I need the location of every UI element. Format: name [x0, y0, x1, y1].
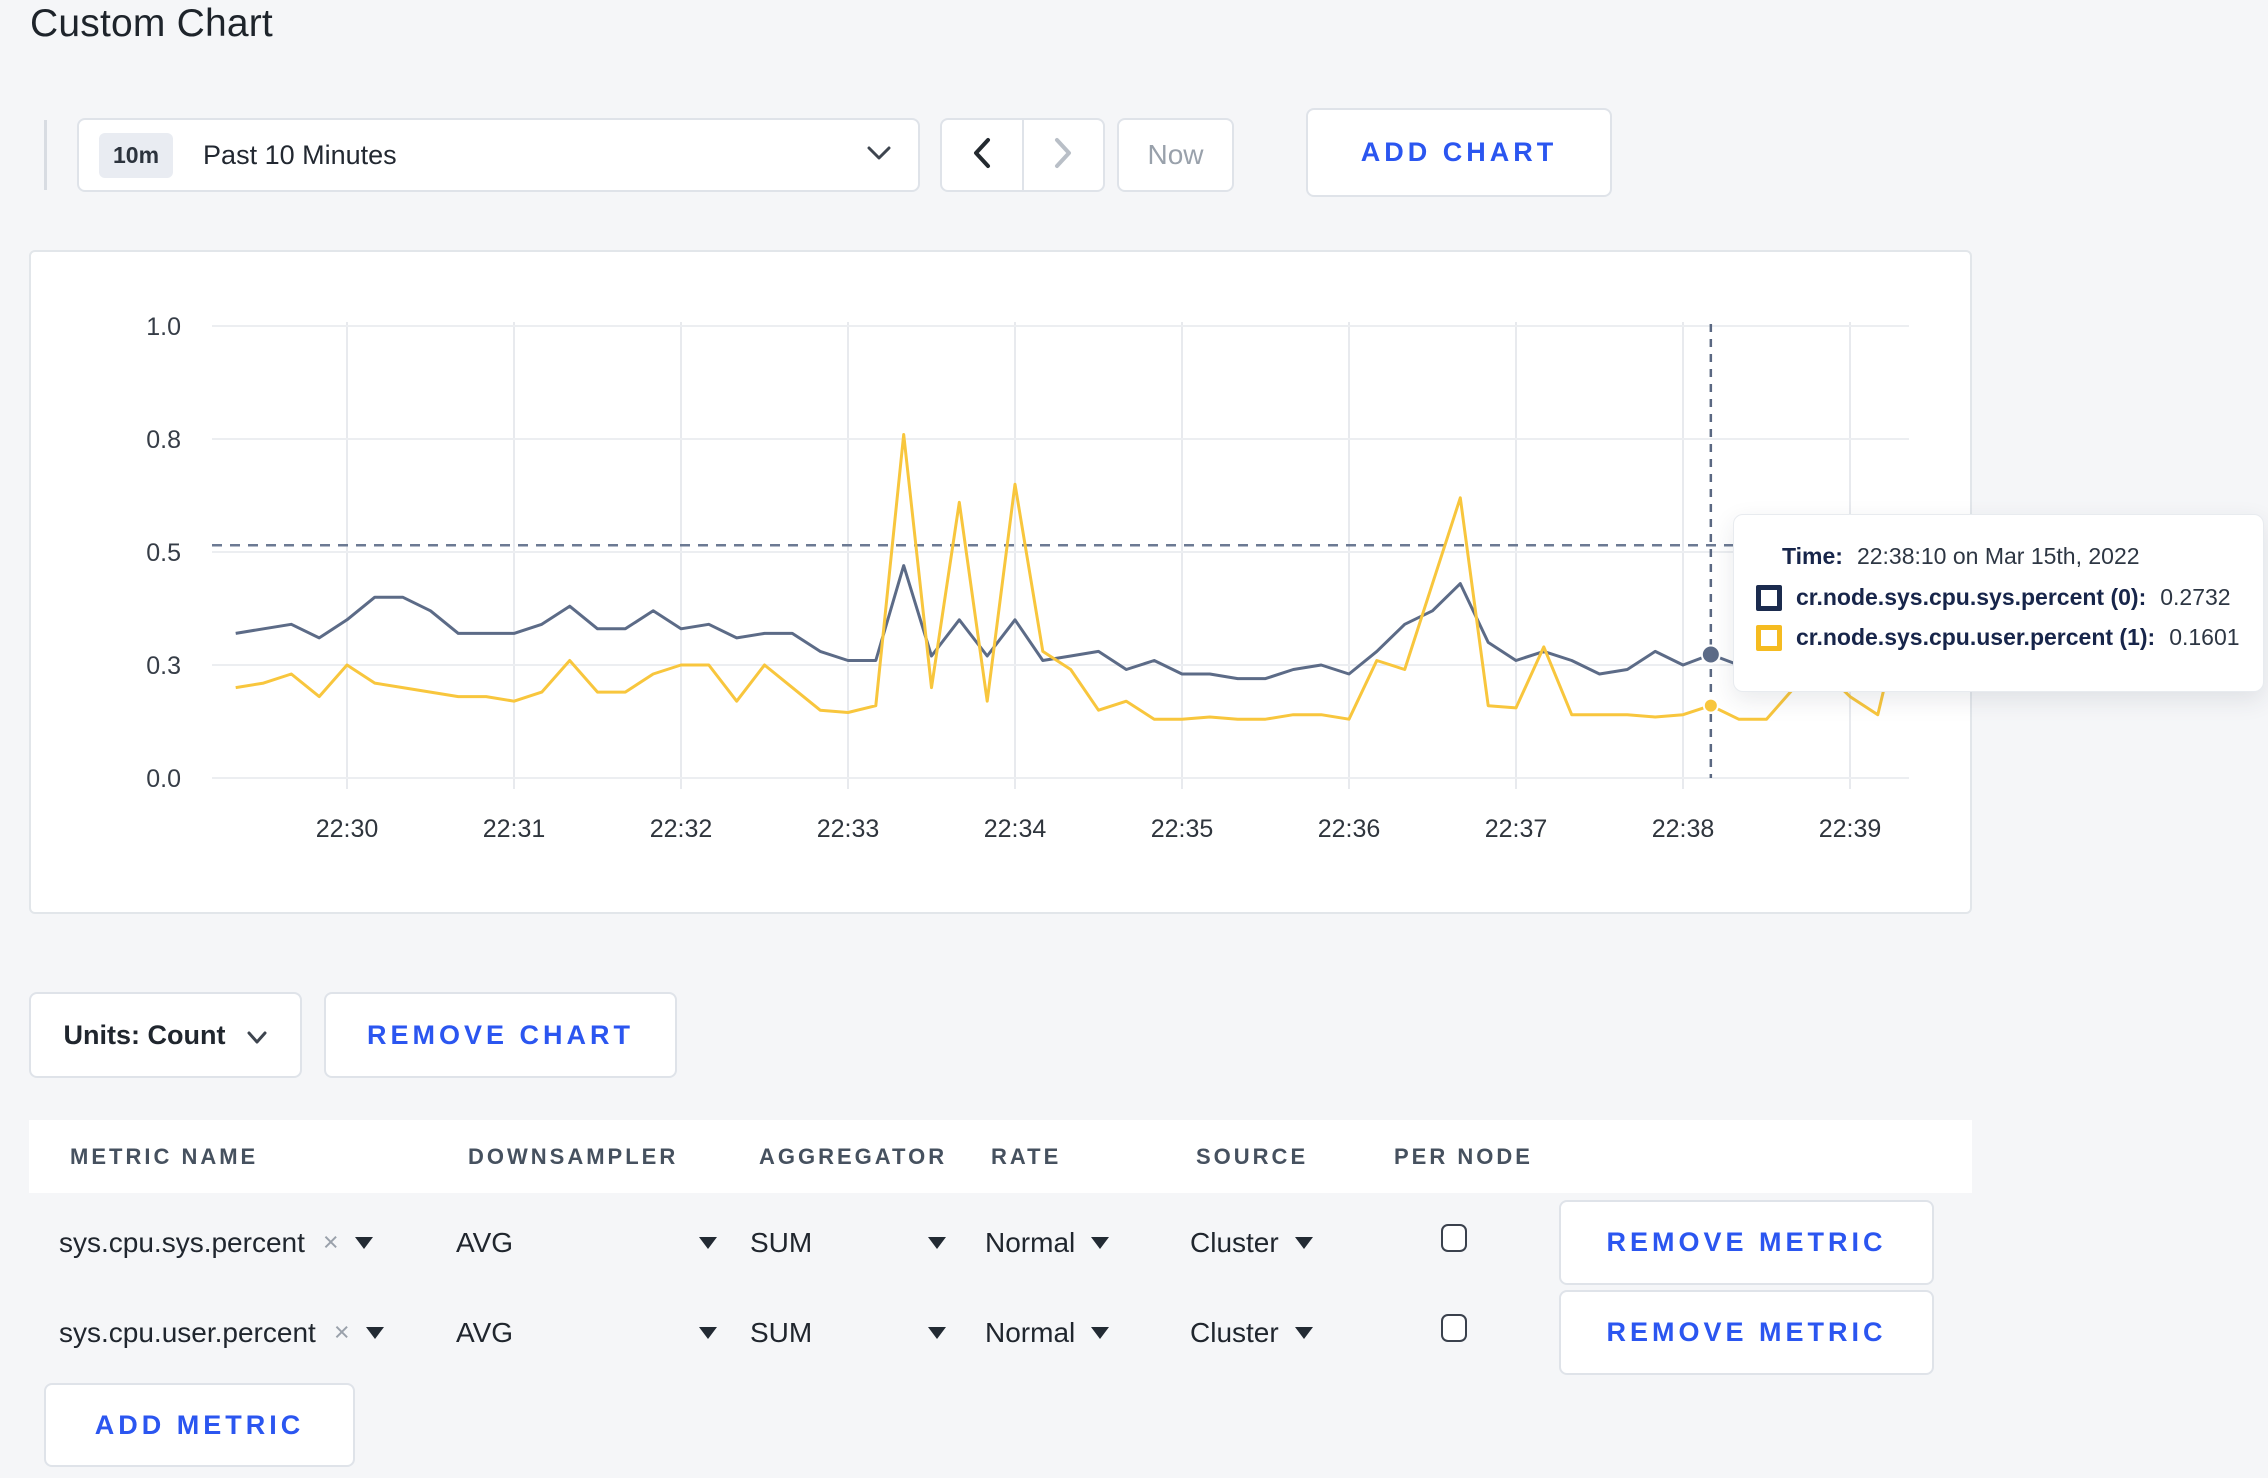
metrics-table-header: METRIC NAME DOWNSAMPLER AGGREGATOR RATE SOUR… — [29, 1120, 1972, 1193]
caret-down-icon — [365, 1326, 384, 1339]
series-line-1 — [235, 433, 1894, 721]
caret-down-icon — [1091, 1236, 1110, 1249]
chevron-left-icon — [972, 137, 992, 174]
y-axis-tick-label: 0.8 — [146, 426, 181, 454]
metric-name-label: sys.cpu.sys.percent — [59, 1226, 305, 1258]
caret-down-icon — [699, 1236, 718, 1249]
time-range-select[interactable]: 10m Past 10 Minutes — [77, 118, 920, 192]
x-axis-tick-label: 22:39 — [1819, 815, 1882, 843]
downsampler-select[interactable]: AVG — [456, 1200, 718, 1285]
downsampler-select[interactable]: AVG — [456, 1290, 718, 1375]
per-node-checkbox[interactable] — [1441, 1314, 1467, 1342]
time-back-button[interactable] — [942, 120, 1022, 190]
aggregator-select[interactable]: SUM — [750, 1200, 947, 1285]
units-select[interactable]: Units: Count — [29, 992, 302, 1078]
units-label: Units: Count — [63, 1019, 226, 1050]
tooltip-time-value: 22:38:10 on Mar 15th, 2022 — [1856, 543, 2140, 569]
x-axis-tick-label: 22:30 — [316, 815, 379, 843]
y-axis-tick-label: 1.0 — [146, 313, 181, 341]
remove-metric-button[interactable]: REMOVE METRIC — [1559, 1200, 1934, 1285]
column-header: AGGREGATOR — [759, 1144, 948, 1169]
rate-select[interactable]: Normal — [985, 1290, 1110, 1375]
highlight-point — [1700, 644, 1721, 665]
tooltip-series-value: 0.1601 — [2169, 624, 2240, 650]
time-range-label: Past 10 Minutes — [203, 139, 397, 170]
series-swatch-icon — [1756, 624, 1782, 651]
remove-metric-button[interactable]: REMOVE METRIC — [1559, 1290, 1934, 1375]
clear-metric-icon[interactable]: × — [323, 1227, 339, 1258]
chevron-down-icon — [866, 145, 892, 166]
tooltip-series-value: 0.2732 — [2160, 584, 2231, 610]
rate-select[interactable]: Normal — [985, 1200, 1110, 1285]
x-axis-tick-label: 22:38 — [1652, 815, 1715, 843]
add-metric-button[interactable]: ADD METRIC — [44, 1383, 355, 1467]
column-header: SOURCE — [1196, 1144, 1309, 1169]
tooltip-series-label: cr.node.sys.cpu.sys.percent (0): — [1796, 584, 2147, 610]
custom-chart-page: Custom Chart 10m Past 10 Minutes Now ADD… — [0, 0, 2268, 1478]
chart-panel: 0.0 0.3 0.5 0.8 1.0 22:30 22:31 22:32 22:33 22:34… — [29, 250, 1972, 914]
metric-name-label: sys.cpu.user.percent — [59, 1316, 316, 1348]
add-chart-button[interactable]: ADD CHART — [1306, 108, 1612, 197]
time-range-badge: 10m — [99, 132, 174, 178]
remove-chart-button[interactable]: REMOVE CHART — [324, 992, 677, 1078]
chevron-down-icon — [247, 1020, 267, 1051]
highlight-point — [1702, 697, 1719, 714]
page-title: Custom Chart — [30, 2, 273, 45]
y-axis-tick-label: 0.5 — [146, 539, 181, 567]
caret-down-icon — [1294, 1326, 1313, 1339]
caret-down-icon — [354, 1236, 373, 1249]
aggregator-select[interactable]: SUM — [750, 1290, 947, 1375]
column-header: PER NODE — [1394, 1144, 1533, 1169]
tooltip-series-label: cr.node.sys.cpu.user.percent (1): — [1796, 624, 2156, 650]
series-swatch-icon — [1756, 584, 1782, 611]
source-select[interactable]: Cluster — [1190, 1200, 1313, 1285]
x-axis-tick-label: 22:32 — [650, 815, 713, 843]
y-axis-tick-label: 0.0 — [146, 765, 181, 793]
time-forward-button[interactable] — [1021, 120, 1104, 190]
caret-down-icon — [928, 1236, 947, 1249]
x-axis-tick-label: 22:35 — [1151, 815, 1214, 843]
toolbar-divider — [44, 120, 47, 190]
column-header: DOWNSAMPLER — [468, 1144, 679, 1169]
caret-down-icon — [699, 1326, 718, 1339]
chevron-right-icon — [1053, 137, 1073, 174]
x-axis-tick-label: 22:31 — [483, 815, 546, 843]
column-header: RATE — [991, 1144, 1062, 1169]
caret-down-icon — [1294, 1236, 1313, 1249]
source-select[interactable]: Cluster — [1190, 1290, 1313, 1375]
x-axis-tick-label: 22:37 — [1485, 815, 1548, 843]
column-header: METRIC NAME — [70, 1144, 259, 1169]
metrics-line-chart[interactable]: 0.0 0.3 0.5 0.8 1.0 22:30 22:31 22:32 22:33 22:34… — [31, 252, 1970, 912]
per-node-checkbox[interactable] — [1441, 1224, 1467, 1252]
caret-down-icon — [928, 1326, 947, 1339]
x-axis-tick-label: 22:33 — [817, 815, 880, 843]
tooltip-series-row: cr.node.sys.cpu.user.percent (1): 0.1601 — [1756, 624, 2263, 651]
tooltip-series-row: cr.node.sys.cpu.sys.percent (0): 0.2732 — [1756, 584, 2263, 611]
x-axis-tick-label: 22:34 — [984, 815, 1047, 843]
metric-name-select[interactable]: sys.cpu.sys.percent × — [59, 1200, 373, 1285]
chart-tooltip: Time: 22:38:10 on Mar 15th, 2022 cr.node.… — [1733, 514, 2264, 692]
caret-down-icon — [1091, 1326, 1110, 1339]
now-button[interactable]: Now — [1117, 118, 1234, 192]
series-line-0 — [235, 564, 1892, 681]
tooltip-time-label: Time: — [1782, 543, 1843, 569]
tooltip-time-row: Time: 22:38:10 on Mar 15th, 2022 — [1782, 543, 2263, 570]
metric-name-select[interactable]: sys.cpu.user.percent × — [59, 1290, 384, 1375]
x-axis-tick-label: 22:36 — [1318, 815, 1381, 843]
time-nav-group — [940, 118, 1105, 192]
clear-metric-icon[interactable]: × — [334, 1317, 350, 1348]
y-axis-tick-label: 0.3 — [146, 652, 181, 680]
